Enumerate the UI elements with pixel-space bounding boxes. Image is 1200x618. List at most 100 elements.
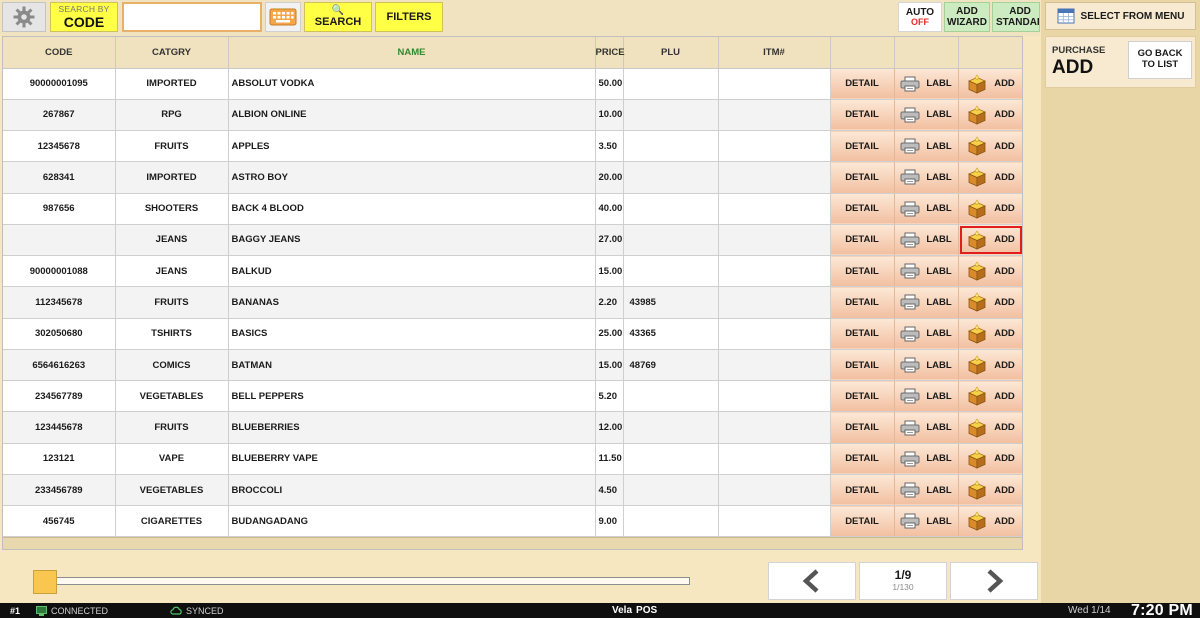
cell-price: 11.50: [595, 443, 624, 475]
add-button[interactable]: ADD: [958, 349, 1022, 382]
add-button[interactable]: ADD: [958, 255, 1022, 288]
table-row[interactable]: 12345678 FRUITS APPLES 3.50 DETAIL LABL ADD: [3, 130, 1022, 163]
keyboard-button[interactable]: [265, 2, 301, 32]
add-button[interactable]: ADD: [958, 443, 1022, 475]
table-row[interactable]: 112345678 FRUITS BANANAS 2.20 43985 DETAIL LAB…: [3, 286, 1022, 319]
detail-button[interactable]: DETAIL: [830, 349, 895, 382]
label-button[interactable]: LABL: [894, 411, 959, 444]
cell-name: BACK 4 BLOOD: [228, 193, 596, 225]
page-slider-thumb[interactable]: [33, 570, 57, 594]
detail-button-label: DETAIL: [845, 484, 879, 496]
table-row[interactable]: 267867 RPG ALBION ONLINE 10.00 DETAIL LABL ADD: [3, 99, 1022, 132]
table-row[interactable]: 987656 SHOOTERS BACK 4 BLOOD 40.00 DETAIL LAB…: [3, 193, 1022, 225]
column-header-detail: [830, 37, 895, 69]
label-button[interactable]: LABL: [894, 380, 959, 413]
table-row[interactable]: 6564616263 COMICS BATMAN 15.00 48769 DETAIL LA…: [3, 349, 1022, 382]
label-button[interactable]: LABL: [894, 193, 959, 225]
table-row[interactable]: 234567789 VEGETABLES BELL PEPPERS 5.20 DETAI…: [3, 380, 1022, 413]
detail-button[interactable]: DETAIL: [830, 161, 895, 194]
detail-button[interactable]: DETAIL: [830, 130, 895, 163]
horizontal-scrollbar[interactable]: [3, 537, 1022, 549]
search-button[interactable]: 🔍 SEARCH: [304, 2, 372, 32]
label-button-label: LABL: [926, 422, 952, 434]
add-button[interactable]: ADD: [958, 286, 1022, 319]
label-button[interactable]: LABL: [894, 443, 959, 475]
cell-category: IMPORTED: [115, 161, 229, 194]
settings-button[interactable]: [2, 2, 46, 32]
detail-button[interactable]: DETAIL: [830, 255, 895, 288]
label-button[interactable]: LABL: [894, 255, 959, 288]
select-from-menu-button[interactable]: SELECT FROM MENU: [1045, 2, 1196, 30]
label-button[interactable]: LABL: [894, 286, 959, 319]
add-button[interactable]: ADD: [958, 130, 1022, 163]
add-button[interactable]: ADD: [958, 224, 1022, 257]
add-button[interactable]: ADD: [958, 411, 1022, 444]
column-header-plu[interactable]: PLU: [623, 37, 719, 69]
label-button[interactable]: LABL: [894, 505, 959, 538]
cell-plu: [623, 443, 719, 475]
add-button-label: ADD: [994, 390, 1015, 402]
detail-button[interactable]: DETAIL: [830, 443, 895, 475]
label-button-label: LABL: [926, 78, 952, 90]
column-header-category[interactable]: CATGRY: [115, 37, 229, 69]
detail-button[interactable]: DETAIL: [830, 193, 895, 225]
table-row[interactable]: 456745 CIGARETTES BUDANGADANG 9.00 DETAIL LAB…: [3, 505, 1022, 538]
add-button[interactable]: ADD: [958, 474, 1022, 507]
cell-name: BALKUD: [228, 255, 596, 288]
detail-button[interactable]: DETAIL: [830, 68, 895, 100]
add-button[interactable]: ADD: [958, 380, 1022, 413]
detail-button[interactable]: DETAIL: [830, 318, 895, 350]
column-header-price[interactable]: PRICE: [595, 37, 625, 69]
add-button-label: ADD: [994, 78, 1015, 90]
add-wizard-button[interactable]: ADD WIZARD: [944, 2, 990, 32]
cell-plu: 48769: [623, 349, 719, 382]
go-back-to-list-button[interactable]: GO BACK TO LIST: [1128, 41, 1192, 79]
purchase-mode: ADD: [1052, 57, 1094, 78]
add-button[interactable]: ADD: [958, 318, 1022, 350]
label-button[interactable]: LABL: [894, 68, 959, 100]
filters-button[interactable]: FILTERS: [375, 2, 443, 32]
detail-button-label: DETAIL: [845, 171, 879, 183]
add-button[interactable]: ADD: [958, 505, 1022, 538]
next-page-button[interactable]: [950, 562, 1038, 600]
column-header-code[interactable]: CODE: [3, 37, 116, 69]
label-button[interactable]: LABL: [894, 224, 959, 257]
table-row[interactable]: JEANS BAGGY JEANS 27.00 DETAIL LABL ADD: [3, 224, 1022, 257]
table-row[interactable]: 233456789 VEGETABLES BROCCOLI 4.50 DETAIL LAB…: [3, 474, 1022, 507]
table-row[interactable]: 302050680 TSHIRTS BASICS 25.00 43365 DETAIL LA…: [3, 318, 1022, 350]
table-row[interactable]: 90000001095 IMPORTED ABSOLUT VODKA 50.00 DET…: [3, 68, 1022, 100]
add-button[interactable]: ADD: [958, 193, 1022, 225]
label-button[interactable]: LABL: [894, 349, 959, 382]
auto-toggle[interactable]: AUTO OFF: [898, 2, 942, 32]
detail-button[interactable]: DETAIL: [830, 380, 895, 413]
column-header-name[interactable]: NAME: [228, 37, 596, 69]
label-button[interactable]: LABL: [894, 130, 959, 163]
page-slider-track[interactable]: [44, 577, 690, 585]
search-input[interactable]: [122, 2, 262, 32]
detail-button[interactable]: DETAIL: [830, 505, 895, 538]
label-button[interactable]: LABL: [894, 161, 959, 194]
detail-button[interactable]: DETAIL: [830, 474, 895, 507]
add-button[interactable]: ADD: [958, 99, 1022, 132]
add-standard-button[interactable]: ADD STANDAR: [992, 2, 1040, 32]
box-icon: [968, 74, 987, 94]
column-header-item-number[interactable]: ITM#: [718, 37, 831, 69]
cell-category: JEANS: [115, 224, 229, 257]
detail-button[interactable]: DETAIL: [830, 99, 895, 132]
add-button[interactable]: ADD: [958, 161, 1022, 194]
detail-button[interactable]: DETAIL: [830, 411, 895, 444]
search-by-selector[interactable]: SEARCH BY CODE: [50, 2, 118, 32]
add-button[interactable]: ADD: [958, 68, 1022, 100]
detail-button[interactable]: DETAIL: [830, 224, 895, 257]
label-button[interactable]: LABL: [894, 318, 959, 350]
table-row[interactable]: 628341 IMPORTED ASTRO BOY 20.00 DETAIL LABL AD…: [3, 161, 1022, 194]
previous-page-button[interactable]: [768, 562, 856, 600]
table-row[interactable]: 90000001088 JEANS BALKUD 15.00 DETAIL LABL ADD: [3, 255, 1022, 288]
table-row[interactable]: 123445678 FRUITS BLUEBERRIES 12.00 DETAIL LAB…: [3, 411, 1022, 444]
detail-button[interactable]: DETAIL: [830, 286, 895, 319]
status-date: Wed 1/14: [1068, 605, 1111, 616]
detail-button-label: DETAIL: [845, 265, 879, 277]
label-button[interactable]: LABL: [894, 474, 959, 507]
table-row[interactable]: 123121 VAPE BLUEBERRY VAPE 11.50 DETAIL LABL A…: [3, 443, 1022, 475]
label-button[interactable]: LABL: [894, 99, 959, 132]
